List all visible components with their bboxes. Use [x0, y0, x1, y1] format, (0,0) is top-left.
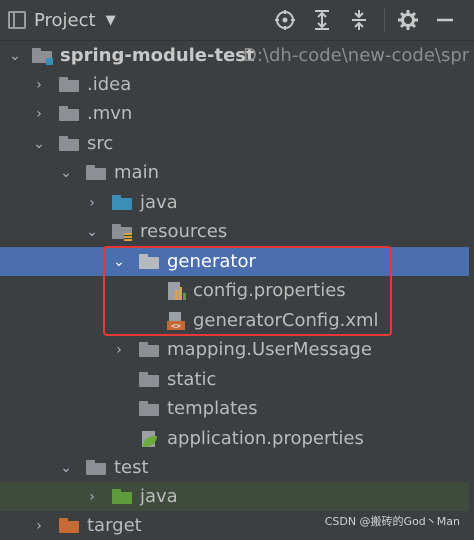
tree-row-test[interactable]: ⌄ test [0, 453, 474, 482]
project-window-icon [8, 11, 26, 29]
tree-row-label: generatorConfig.xml [193, 310, 379, 331]
toolbar-separator [384, 8, 385, 32]
chevron-right-icon[interactable]: › [112, 342, 126, 358]
folder-icon [59, 105, 79, 123]
folder-icon [59, 76, 79, 94]
tree-row-generatorconfig-xml[interactable]: <> generatorConfig.xml [0, 306, 474, 335]
folder-icon [139, 371, 159, 389]
tree-row-mvn[interactable]: › .mvn [0, 99, 474, 128]
tree-row-src[interactable]: ⌄ src [0, 129, 474, 158]
project-title: Project [34, 9, 96, 31]
excluded-folder-icon [59, 517, 79, 535]
tree-row-label: src [87, 133, 114, 154]
tree-row-label: java [140, 486, 178, 507]
project-toolbar: Project ▼ [0, 0, 474, 41]
tree-row-idea[interactable]: › .idea [0, 70, 474, 99]
tree-row-static[interactable]: static [0, 365, 474, 394]
folder-icon [139, 341, 159, 359]
xml-file-icon: <> [166, 311, 186, 330]
spring-properties-icon [139, 430, 159, 448]
tree-row-resources[interactable]: ⌄ resources [0, 217, 474, 246]
chevron-right-icon[interactable]: › [85, 489, 99, 505]
tree-row-config-properties[interactable]: config.properties [0, 276, 474, 305]
tree-row-main[interactable]: ⌄ main [0, 158, 474, 187]
project-tree: ⌄ spring-module-test D:\dh-code\new-code… [0, 41, 474, 537]
chevron-down-icon[interactable]: ⌄ [112, 254, 126, 270]
tree-row-label: resources [140, 221, 228, 242]
properties-file-icon [166, 281, 186, 300]
test-source-folder-icon [112, 488, 132, 506]
watermark: CSDN @搬砖的God丶Man [324, 515, 460, 528]
tree-row-label: mapping.UserMessage [167, 339, 372, 360]
tree-row-label: config.properties [193, 280, 346, 301]
gear-icon[interactable] [397, 9, 419, 31]
tree-row-templates[interactable]: templates [0, 394, 474, 423]
tree-row-label: spring-module-test [60, 45, 255, 66]
tree-row-test-java[interactable]: › java [0, 482, 474, 511]
chevron-right-icon[interactable]: › [85, 195, 99, 211]
tree-row-label: static [167, 369, 217, 390]
chevron-down-icon[interactable]: ⌄ [8, 48, 22, 64]
chevron-down-icon[interactable]: ⌄ [32, 136, 46, 152]
tree-row-generator[interactable]: ⌄ generator [0, 247, 474, 276]
tree-row-spring-module-test[interactable]: ⌄ spring-module-test D:\dh-code\new-code… [0, 41, 474, 70]
hide-icon[interactable] [434, 9, 456, 31]
expand-all-icon[interactable] [311, 9, 333, 31]
tree-row-mapping-usermessage[interactable]: › mapping.UserMessage [0, 335, 474, 364]
folder-icon [139, 253, 159, 271]
tree-row-label: java [140, 192, 178, 213]
chevron-right-icon[interactable]: › [32, 77, 46, 93]
tree-row-java[interactable]: › java [0, 188, 474, 217]
folder-icon [59, 135, 79, 153]
tree-row-application-properties[interactable]: application.properties [0, 424, 474, 453]
resources-folder-icon [112, 223, 132, 241]
chevron-down-icon: ▼ [105, 12, 116, 28]
svg-text:<>: <> [171, 321, 181, 330]
source-folder-icon [112, 194, 132, 212]
tree-row-label: test [114, 457, 149, 478]
tree-row-label: target [87, 515, 142, 536]
chevron-down-icon[interactable]: ⌄ [85, 224, 99, 240]
tree-row-label: .mvn [87, 103, 133, 124]
collapse-all-icon[interactable] [348, 9, 370, 31]
locate-icon[interactable] [274, 9, 296, 31]
chevron-right-icon[interactable]: › [32, 106, 46, 122]
tree-row-label: generator [167, 251, 256, 272]
vertical-scrollbar[interactable] [469, 41, 474, 537]
tree-row-path: D:\dh-code\new-code\spri [243, 45, 474, 66]
tree-row-label: main [114, 162, 159, 183]
chevron-down-icon[interactable]: ⌄ [59, 165, 73, 181]
project-view-selector[interactable]: Project ▼ [8, 8, 116, 32]
tree-row-label: templates [167, 398, 258, 419]
folder-icon [139, 400, 159, 418]
folder-icon [86, 164, 106, 182]
tree-row-label: .idea [87, 74, 132, 95]
tree-row-label: application.properties [167, 428, 364, 449]
chevron-down-icon[interactable]: ⌄ [59, 460, 73, 476]
folder-icon [86, 459, 106, 477]
chevron-right-icon[interactable]: › [32, 518, 46, 534]
module-folder-icon [32, 47, 53, 65]
